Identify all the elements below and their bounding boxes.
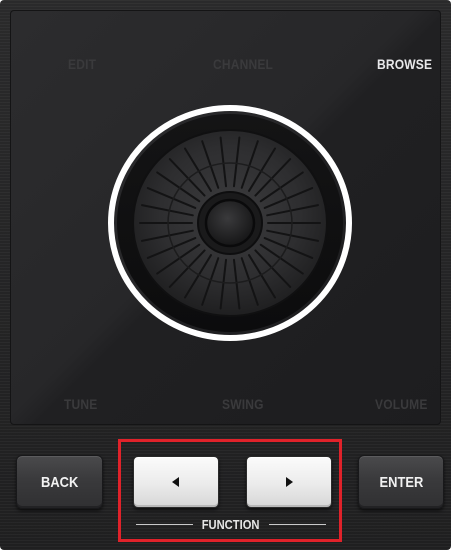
function-divider-right [268,523,327,525]
mode-label-volume: VOLUME [375,396,428,412]
mode-label-swing: SWING [222,396,264,412]
enter-button-label: ENTER [379,473,423,491]
function-group-label: FUNCTION [136,515,327,533]
mode-label-tune: TUNE [64,396,98,412]
mode-label-edit: EDIT [68,56,97,72]
right-arrow-button[interactable] [246,456,332,508]
arrow-left-icon [172,477,179,487]
function-divider-left [136,523,194,525]
mode-label-channel: CHANNEL [213,56,274,72]
controller-panel: EDIT CHANNEL BROWSE TUNE SWING VOLUME BA… [0,0,451,550]
back-button-label: BACK [40,473,79,491]
function-label: FUNCTION [202,516,260,532]
left-arrow-button[interactable] [133,456,219,508]
control-encoder-knob[interactable] [100,105,360,350]
back-button[interactable]: BACK [16,455,103,509]
enter-button[interactable]: ENTER [358,455,444,509]
encoder-center-cap [204,198,256,248]
arrow-right-icon [286,477,293,487]
mode-label-browse: BROWSE [377,56,433,72]
